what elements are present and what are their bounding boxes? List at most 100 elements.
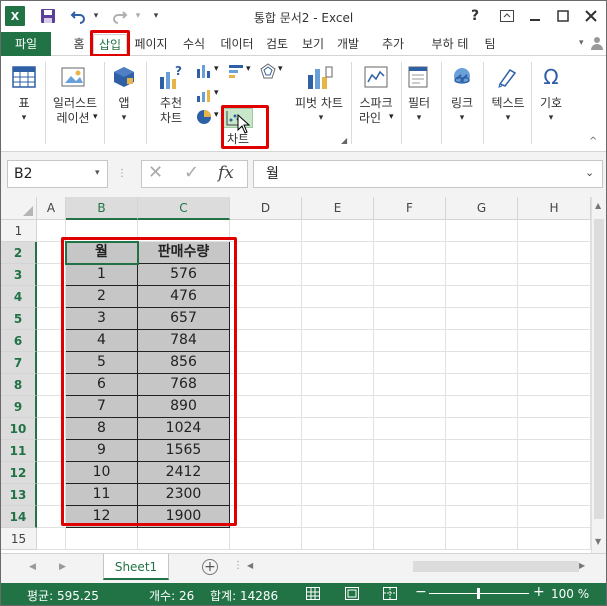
apps-label[interactable]: 앱 [109, 96, 139, 111]
tab-split-handle-icon[interactable]: ⋮ [233, 560, 243, 571]
zoom-slider-thumb[interactable] [477, 588, 480, 599]
line-chart-dropdown-icon[interactable]: ▾ [214, 88, 219, 98]
page-layout-view-icon[interactable] [345, 587, 359, 600]
empty-cell[interactable] [302, 330, 374, 352]
empty-cell[interactable] [374, 528, 446, 550]
empty-cell[interactable] [37, 440, 66, 462]
empty-cell[interactable] [302, 286, 374, 308]
empty-cell[interactable] [518, 330, 591, 352]
vertical-scroll-thumb[interactable] [594, 219, 604, 519]
filter-icon[interactable] [405, 64, 431, 90]
zoom-in-icon[interactable]: + [533, 584, 545, 600]
symbol-label[interactable]: 기호 [534, 96, 568, 111]
next-sheet-icon[interactable]: ▶ [59, 562, 66, 572]
empty-cell[interactable] [374, 242, 446, 264]
sales-cell[interactable]: 890 [138, 396, 230, 418]
tab-team[interactable]: 팀 [479, 34, 501, 55]
row-header[interactable]: 11 [1, 440, 37, 462]
month-cell[interactable]: 9 [66, 440, 138, 462]
zoom-level[interactable]: 100 % [551, 587, 589, 601]
empty-cell[interactable] [302, 440, 374, 462]
empty-cell[interactable] [374, 330, 446, 352]
empty-cell[interactable] [446, 440, 518, 462]
empty-cell[interactable] [374, 462, 446, 484]
pivot-chart-label[interactable]: 피벗 차트 [291, 96, 347, 111]
scroll-down-icon[interactable]: ▼ [595, 537, 601, 546]
empty-cell[interactable] [518, 374, 591, 396]
radar-chart-icon[interactable] [259, 62, 277, 80]
empty-cell[interactable] [446, 308, 518, 330]
table-button-label[interactable]: 표 [5, 96, 43, 111]
text-dropdown-icon[interactable]: ▾ [485, 111, 531, 126]
empty-cell[interactable] [518, 286, 591, 308]
user-avatar-icon[interactable] [591, 36, 603, 53]
cancel-icon[interactable]: ✕ [148, 162, 163, 183]
empty-cell[interactable] [37, 396, 66, 418]
empty-cell[interactable] [37, 352, 66, 374]
empty-cell[interactable] [518, 528, 591, 550]
empty-cell[interactable] [230, 242, 302, 264]
symbol-dropdown-icon[interactable]: ▾ [534, 111, 568, 126]
recommended-charts-label-1[interactable]: 추천 [151, 96, 191, 111]
empty-cell[interactable] [446, 352, 518, 374]
empty-cell[interactable] [518, 264, 591, 286]
empty-cell[interactable] [302, 220, 374, 242]
column-header-h[interactable]: H [518, 197, 591, 220]
empty-cell[interactable] [446, 220, 518, 242]
column-chart-dropdown-icon[interactable]: ▾ [214, 64, 219, 74]
tab-review[interactable]: 검토 [261, 34, 293, 55]
row-header[interactable]: 1 [1, 220, 37, 242]
empty-cell[interactable] [302, 374, 374, 396]
chart-label[interactable]: 차트 [223, 132, 253, 147]
tab-page-layout[interactable]: 페이지 [129, 34, 173, 55]
month-cell[interactable]: 7 [66, 396, 138, 418]
empty-cell[interactable] [302, 396, 374, 418]
empty-cell[interactable] [446, 264, 518, 286]
column-header-b[interactable]: B [66, 197, 138, 220]
empty-cell[interactable] [230, 506, 302, 528]
illustrations-label-2[interactable]: 레이션 [49, 111, 97, 126]
column-chart-icon[interactable] [195, 62, 213, 80]
empty-cell[interactable] [374, 440, 446, 462]
empty-cell[interactable] [302, 462, 374, 484]
empty-cell[interactable] [230, 308, 302, 330]
zoom-out-icon[interactable]: − [415, 584, 427, 600]
hierarchy-chart-dropdown-icon[interactable]: ▾ [246, 64, 251, 74]
row-header[interactable]: 5 [1, 308, 37, 330]
row-header[interactable]: 4 [1, 286, 37, 308]
maximize-icon[interactable] [549, 5, 577, 27]
tab-data[interactable]: 데이터 [215, 34, 259, 55]
empty-cell[interactable] [374, 484, 446, 506]
page-break-view-icon[interactable] [383, 587, 397, 600]
tab-view[interactable]: 보기 [297, 34, 329, 55]
row-header[interactable]: 3 [1, 264, 37, 286]
tab-insert[interactable]: 삽입 [93, 34, 127, 55]
empty-cell[interactable] [302, 264, 374, 286]
scroll-right-icon[interactable]: ▶ [579, 561, 585, 570]
empty-cell[interactable] [302, 242, 374, 264]
row-header[interactable]: 2 [1, 242, 37, 264]
formula-bar-grip-icon[interactable]: ⋮ [117, 160, 127, 188]
empty-cell[interactable] [66, 528, 138, 550]
header-cell-sales[interactable]: 판매수량 [138, 242, 230, 264]
empty-cell[interactable] [446, 484, 518, 506]
month-cell[interactable]: 3 [66, 308, 138, 330]
row-header[interactable]: 9 [1, 396, 37, 418]
empty-cell[interactable] [302, 418, 374, 440]
row-header[interactable]: 8 [1, 374, 37, 396]
pivot-chart-dropdown-icon[interactable]: ▾ [297, 111, 345, 126]
empty-cell[interactable] [37, 484, 66, 506]
radar-chart-dropdown-icon[interactable]: ▾ [278, 64, 283, 74]
empty-cell[interactable] [37, 308, 66, 330]
empty-cell[interactable] [37, 330, 66, 352]
tab-load-test[interactable]: 부하 테 [425, 34, 475, 55]
empty-cell[interactable] [230, 440, 302, 462]
sales-cell[interactable]: 2412 [138, 462, 230, 484]
row-header[interactable]: 14 [1, 506, 37, 528]
empty-cell[interactable] [302, 352, 374, 374]
empty-cell[interactable] [37, 242, 66, 264]
column-header-a[interactable]: A [37, 197, 66, 220]
hierarchy-chart-icon[interactable] [227, 62, 245, 80]
worksheet-grid[interactable]: ABCDEFGH 1 2 3 4 5 6 7 8 9 10 11 12 13 14 15 월 판매수량 1 576… [1, 197, 606, 553]
vertical-scrollbar[interactable]: ▲ ▼ [591, 197, 606, 553]
